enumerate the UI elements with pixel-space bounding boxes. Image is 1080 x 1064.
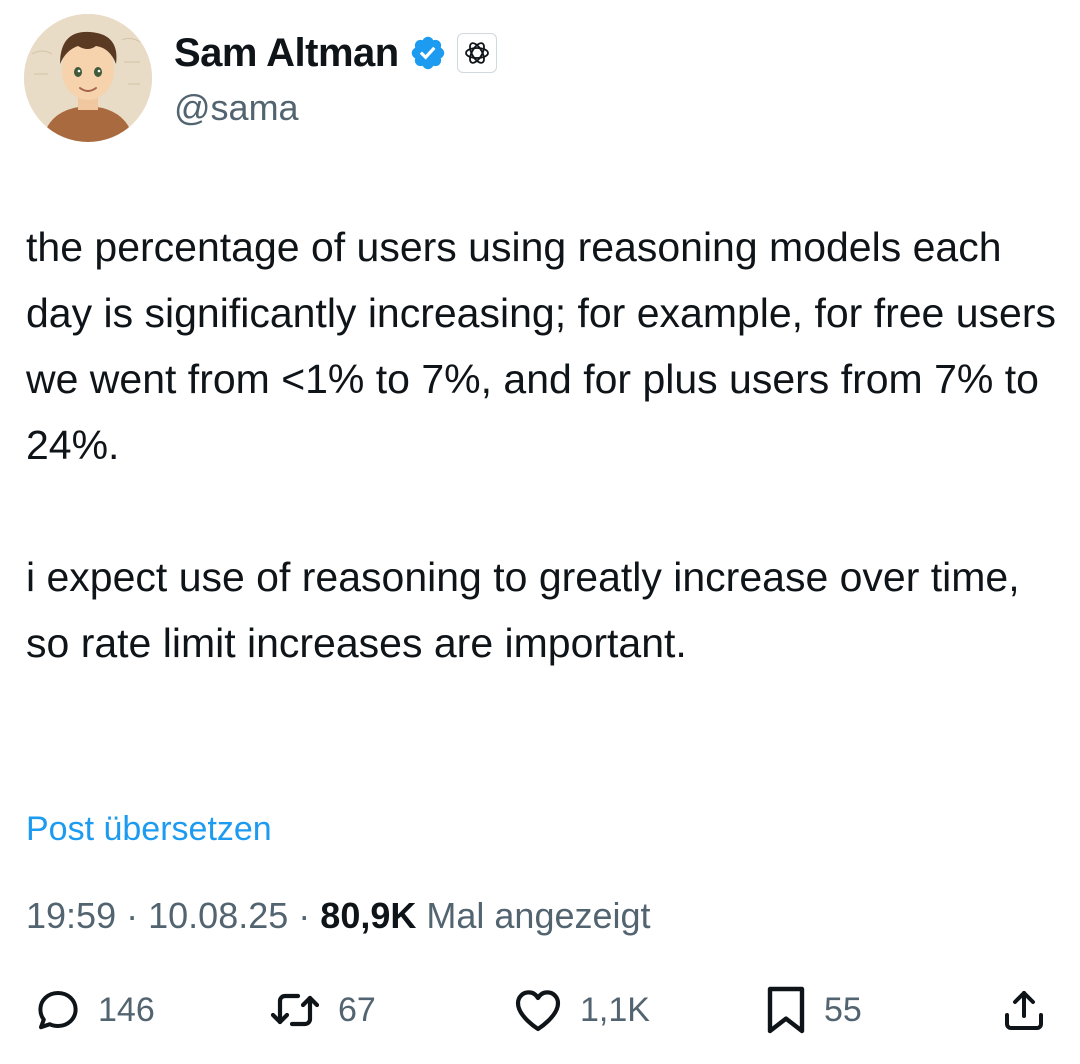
- openai-logo-icon[interactable]: [456, 33, 497, 73]
- bookmark-button[interactable]: 55: [764, 980, 862, 1040]
- post-time[interactable]: 19:59: [26, 895, 116, 936]
- author-name[interactable]: Sam Altman: [174, 28, 399, 78]
- repost-button[interactable]: 67: [268, 980, 376, 1040]
- tweet-text: the percentage of users using reasoning …: [26, 214, 1056, 676]
- meta-separator: ·: [126, 895, 139, 936]
- avatar[interactable]: [24, 14, 152, 142]
- action-bar: 146 67 1,1K 55: [0, 980, 1080, 1040]
- tweet-paragraph: i expect use of reasoning to greatly inc…: [26, 554, 1020, 666]
- reply-count: 146: [98, 991, 155, 1029]
- tweet-metadata: 19:59 · 10.08.25 · 80,9K Mal angezeigt: [26, 892, 651, 940]
- repost-icon: [268, 986, 322, 1034]
- translate-post-link[interactable]: Post übersetzen: [26, 806, 272, 852]
- share-icon: [1000, 986, 1048, 1034]
- bookmark-icon: [764, 984, 808, 1036]
- like-button[interactable]: 1,1K: [512, 980, 650, 1040]
- tweet-paragraph: the percentage of users using reasoning …: [26, 224, 1057, 468]
- avatar-image: [24, 14, 152, 142]
- post-date[interactable]: 10.08.25: [148, 895, 288, 936]
- author-name-row: Sam Altman: [174, 28, 497, 78]
- meta-separator: ·: [298, 895, 311, 936]
- heart-icon: [512, 986, 564, 1034]
- repost-count: 67: [338, 991, 376, 1029]
- views-count: 80,9K: [320, 895, 417, 936]
- like-count: 1,1K: [580, 991, 650, 1029]
- reply-icon: [34, 986, 82, 1034]
- views-label: Mal angezeigt: [426, 895, 651, 936]
- tweet: Sam Altman @sama the percentage of users…: [0, 0, 1080, 1064]
- share-button[interactable]: [1000, 980, 1048, 1040]
- verified-badge-icon[interactable]: [409, 34, 447, 72]
- bookmark-count: 55: [824, 991, 862, 1029]
- author-handle[interactable]: @sama: [174, 86, 299, 130]
- reply-button[interactable]: 146: [34, 980, 155, 1040]
